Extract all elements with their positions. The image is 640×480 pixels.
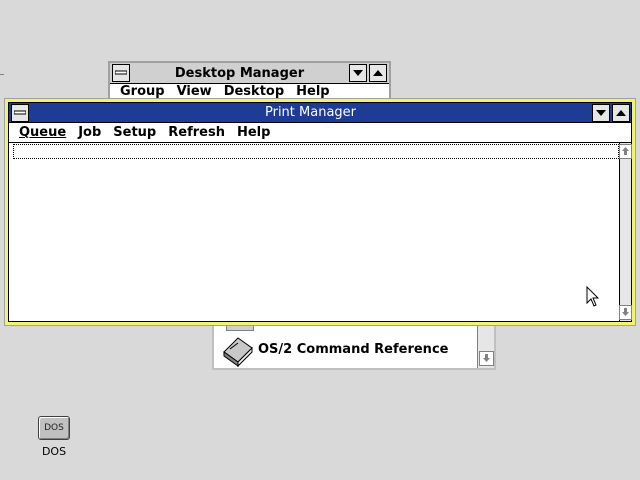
desktop-manager-window[interactable]: Desktop Manager Group View Desktop Help [108,61,391,101]
print-manager-titlebar[interactable]: Print Manager [9,103,631,123]
minimize-icon[interactable] [592,103,610,122]
print-manager-menubar: Queue Job Setup Refresh Help [9,123,631,143]
book-icon[interactable] [220,334,256,368]
queue-list-row[interactable] [13,144,619,159]
scroll-down-icon[interactable] [479,351,494,366]
desktop-mark [0,74,4,75]
print-manager-window[interactable]: Print Manager Queue Job Setup Refresh He… [4,98,636,326]
menu-help[interactable]: Help [237,125,270,140]
print-manager-scrollbar[interactable] [619,143,632,321]
scroll-up-icon[interactable] [619,144,632,159]
desktop-manager-title: Desktop Manager [174,65,305,81]
print-manager-title: Print Manager [264,105,357,120]
help-scrollbar[interactable] [477,324,494,368]
menu-setup[interactable]: Setup [113,125,156,140]
command-reference-window[interactable]: OS/2 Command Reference [212,322,496,370]
desktop-manager-titlebar[interactable]: Desktop Manager [110,63,389,84]
maximize-icon[interactable] [369,64,387,82]
system-menu-icon[interactable] [112,64,130,82]
menu-queue[interactable]: Queue [19,125,66,140]
dos-icon-label[interactable]: DOS [34,445,74,458]
mouse-pointer-icon [586,285,600,308]
scroll-down-icon[interactable] [619,305,632,320]
minimize-icon[interactable] [349,64,367,82]
dos-icon[interactable]: DOS [38,416,72,442]
menu-refresh[interactable]: Refresh [168,125,225,140]
dos-icon-badge: DOS [44,423,64,433]
menu-job[interactable]: Job [78,125,101,140]
system-menu-icon[interactable] [11,103,29,122]
command-reference-label[interactable]: OS/2 Command Reference [258,342,448,357]
maximize-icon[interactable] [612,103,630,122]
